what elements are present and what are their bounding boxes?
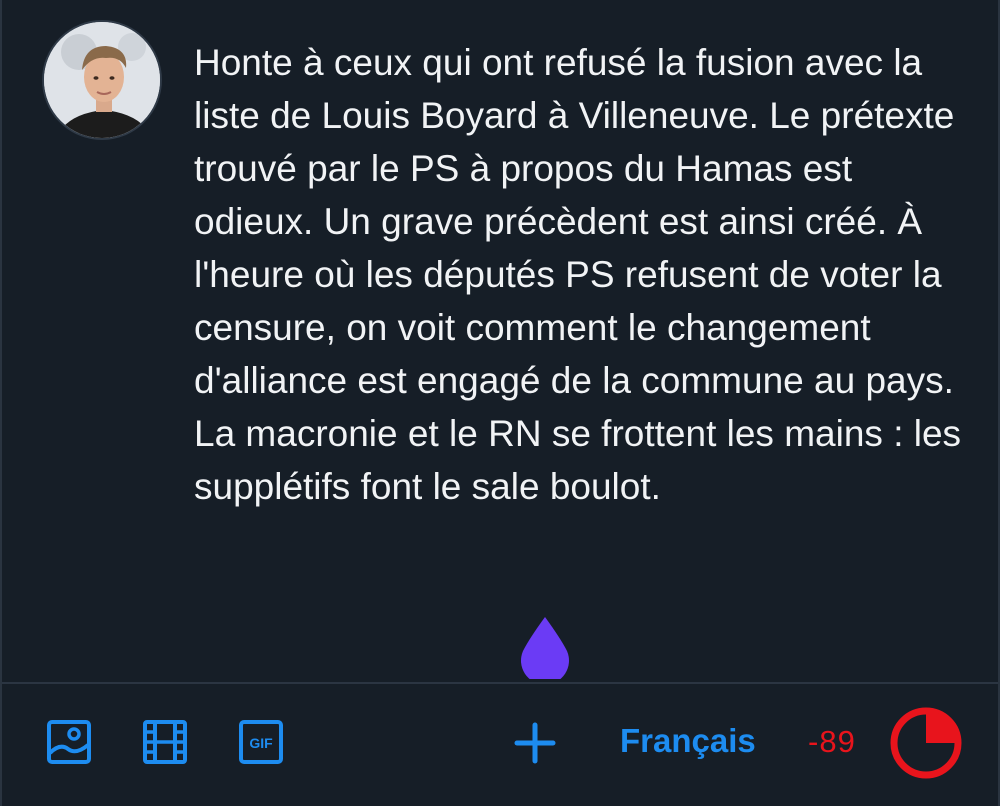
add-icon[interactable]: [514, 722, 556, 764]
composer-toolbar: GIF Français -89: [2, 684, 998, 806]
gif-icon[interactable]: GIF: [238, 719, 284, 765]
image-icon[interactable]: [46, 719, 92, 765]
gif-label: GIF: [249, 735, 273, 751]
video-icon[interactable]: [142, 719, 188, 765]
composer-window: Honte à ceux qui ont refusé la fusion av…: [0, 0, 1000, 806]
avatar-image: [44, 22, 160, 138]
character-count: -89: [808, 724, 856, 759]
avatar[interactable]: [42, 20, 162, 140]
language-selector[interactable]: Français: [620, 722, 756, 760]
post-text-input[interactable]: Honte à ceux qui ont refusé la fusion av…: [194, 36, 964, 513]
char-limit-ring-icon: [890, 707, 962, 779]
text-cursor-handle[interactable]: [517, 615, 573, 679]
